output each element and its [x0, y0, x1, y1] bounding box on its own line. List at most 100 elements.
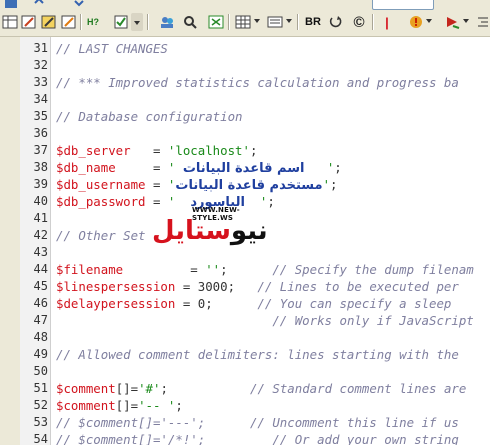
undo-icon[interactable] [30, 0, 48, 11]
indent-icon[interactable] [474, 13, 490, 31]
line-number: 47 [33, 313, 48, 327]
arrow-icon[interactable] [444, 13, 462, 31]
code-line[interactable]: $comment[]='-- '; [56, 397, 183, 414]
code-token-var: $comment [56, 381, 116, 396]
line-number: 39 [33, 177, 48, 191]
code-token-str: ' [167, 160, 183, 175]
code-line[interactable]: $comment[]='#'; // Standard comment line… [56, 380, 466, 397]
code-token-str: '-- ' [138, 398, 176, 413]
code-token-op: []= [115, 381, 139, 396]
line-number: 52 [33, 398, 48, 412]
code-token-cmt: // Works only if JavaScript [272, 313, 474, 328]
code-line[interactable]: $db_username = 'مستخدم قاعدة البيانات'; [56, 176, 338, 193]
line-number: 41 [33, 211, 48, 225]
code-line[interactable]: $db_name = ' اسم قاعدة البيانات '; [56, 159, 342, 176]
code-token-op: ; [220, 262, 273, 277]
code-token-cmt: // Allowed comment delimiters: lines sta… [56, 347, 459, 362]
watermark-logo: WWW.NEW-STYLE.WS نيوستايل [152, 206, 268, 258]
line-number-column: 31 32 33 34 35 36 37 38 39 40 41 42 43 44 45 46 47 48 49 50… [20, 37, 51, 446]
line-number: 53 [33, 415, 48, 429]
toolbar-separator [297, 14, 299, 30]
code-token-op: ; [330, 177, 338, 192]
code-token-op: = [123, 262, 206, 277]
format-icon[interactable] [207, 13, 225, 31]
code-line[interactable]: // $comment[]='/*!'; // Or add your own … [56, 431, 459, 445]
line-number: 46 [33, 296, 48, 310]
code-token-op: = 3000; [175, 279, 258, 294]
line-number: 45 [33, 279, 48, 293]
line-number: 37 [33, 143, 48, 157]
toolbar-separator [147, 14, 149, 30]
code-token-cmt: // Lines to be executed per [257, 279, 459, 294]
code-token-ar: مستخدم قاعدة البيانات [175, 178, 323, 193]
code-token-op: = [145, 177, 168, 192]
toolbar-row-main: H? BR © | [0, 12, 490, 31]
toolbar-row-top [0, 0, 490, 10]
chevron-down-icon[interactable] [426, 19, 432, 23]
line-number: 44 [33, 262, 48, 276]
chevron-down-icon[interactable] [254, 19, 260, 23]
chevron-down-icon[interactable] [286, 19, 292, 23]
list-icon[interactable] [266, 13, 284, 31]
margin-gutter[interactable] [0, 37, 21, 445]
line-number: 50 [33, 364, 48, 378]
table-icon[interactable] [1, 13, 19, 31]
users-icon[interactable] [158, 13, 176, 31]
code-token-op: ; [267, 194, 275, 209]
code-token-var: $comment [56, 398, 116, 413]
table-grid-icon[interactable] [234, 13, 252, 31]
chevron-down-icon[interactable] [463, 19, 469, 23]
code-line[interactable]: // $comment[]='---'; // Uncomment this l… [56, 414, 459, 431]
toolbar-separator [372, 14, 374, 30]
rotate-icon[interactable] [327, 13, 345, 31]
code-token-op: ; [175, 398, 183, 413]
code-token-str: ' [304, 160, 335, 175]
code-line[interactable]: // Other Set [56, 227, 146, 244]
code-line[interactable]: // Works only if JavaScript [56, 312, 474, 329]
code-token-cmt: // $comment[]='---'; // Uncomment this l… [56, 415, 459, 430]
code-line[interactable]: // *** Improved statistics calculation a… [56, 74, 459, 91]
code-token-cmt: // Specify the dump filenam [272, 262, 474, 277]
help-icon[interactable]: H? [84, 13, 102, 31]
redo-icon[interactable] [70, 0, 88, 11]
code-token-str: '#' [138, 381, 161, 396]
save-icon[interactable] [2, 0, 20, 11]
code-line[interactable]: $filename = ''; // Specify the dump file… [56, 261, 474, 278]
copyright-icon[interactable]: © [350, 13, 368, 31]
dropdown-arrow-icon[interactable] [131, 13, 143, 31]
code-token-var: $filename [56, 262, 124, 277]
edit-icon[interactable] [20, 13, 38, 31]
line-number: 51 [33, 381, 48, 395]
line-number: 54 [33, 432, 48, 446]
code-line[interactable]: $delaypersession = 0; // You can specify… [56, 295, 451, 312]
br-button[interactable]: BR [303, 13, 323, 31]
code-line[interactable]: // LAST CHANGES [56, 40, 168, 57]
code-line[interactable]: // Allowed comment delimiters: lines sta… [56, 346, 459, 363]
pencil-alt-icon[interactable] [60, 13, 78, 31]
watermark-brand-black: نيو [230, 216, 268, 246]
pencil-icon[interactable] [40, 13, 58, 31]
code-token-var: $delaypersession [56, 296, 176, 311]
checklist-icon[interactable] [112, 13, 130, 31]
code-editor[interactable]: // LAST CHANGES // *** Improved statistic… [50, 37, 490, 445]
search-box[interactable] [372, 0, 434, 10]
toolbar-separator [80, 14, 82, 30]
code-token-op: []= [115, 398, 139, 413]
toolbar: H? BR © | [0, 0, 490, 37]
ruler-icon[interactable]: | [378, 13, 396, 31]
code-token-str: '' [205, 262, 221, 277]
watermark-brand: نيوستايل [152, 216, 268, 246]
code-token-cmt: // Standard comment lines are [250, 381, 467, 396]
line-number: 32 [33, 58, 48, 72]
line-number: 49 [33, 347, 48, 361]
exclamation-icon[interactable] [407, 13, 425, 31]
code-token-op: ; [249, 143, 258, 158]
line-number: 38 [33, 160, 48, 174]
find-icon[interactable] [181, 13, 199, 31]
line-number: 34 [33, 92, 48, 106]
code-token-op: ; [334, 160, 342, 175]
code-token-op [56, 313, 272, 328]
code-line[interactable]: // Database configuration [56, 108, 243, 125]
code-line[interactable]: $db_server = 'localhost'; [56, 142, 257, 159]
code-line[interactable]: $linespersession = 3000; // Lines to be … [56, 278, 459, 295]
